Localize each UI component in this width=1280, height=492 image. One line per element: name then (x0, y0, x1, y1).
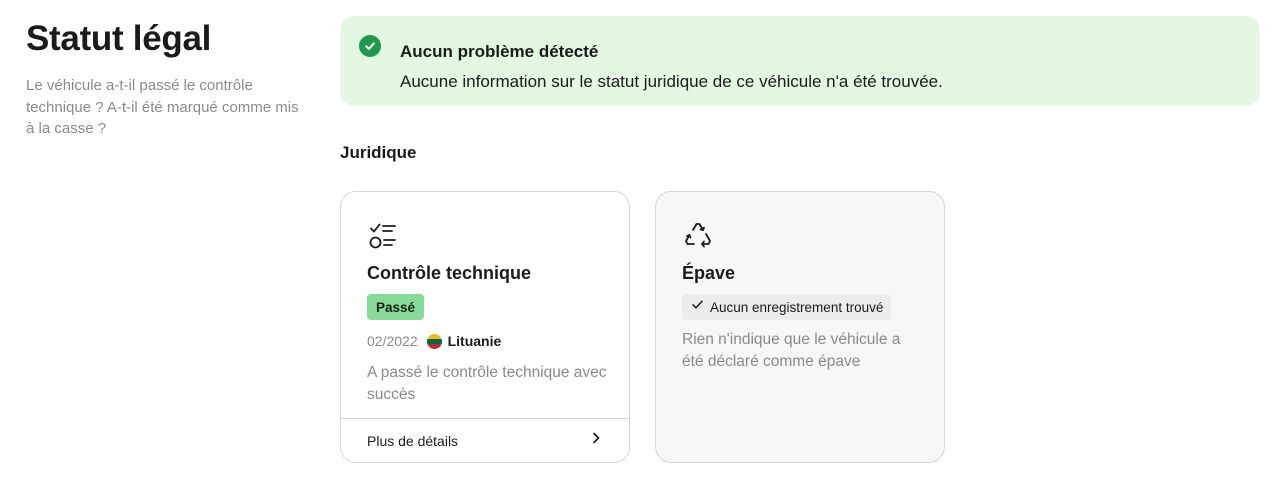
wreck-card: Épave Aucun enregistrement trouvé Rien n… (655, 191, 945, 463)
inspection-date: 02/2022 (367, 333, 418, 349)
status-badge: Passé (367, 294, 425, 320)
inspection-card: Contrôle technique Passé 02/2022 Lituani… (340, 191, 630, 463)
check-icon (691, 298, 704, 316)
recycle-icon (682, 220, 714, 252)
page-description: Le véhicule a-t-il passé le contrôle tec… (26, 77, 299, 137)
inspection-country: Lituanie (447, 333, 502, 349)
alert-title: Aucun problème détecté (400, 42, 599, 61)
section-title: Juridique (340, 143, 417, 162)
inspection-title: Contrôle technique (367, 263, 532, 283)
status-alert: Aucun problème détecté Aucune informatio… (340, 16, 1260, 106)
inspection-meta: 02/2022 Lituanie (367, 332, 501, 350)
header: Statut légal Le véhicule a-t-il passé le… (26, 18, 306, 140)
more-details-link[interactable]: Plus de détails (341, 418, 629, 462)
legal-status-page: Statut légal Le véhicule a-t-il passé le… (0, 0, 1280, 492)
page-title: Statut légal (26, 19, 212, 58)
wreck-title: Épave (682, 263, 736, 283)
inspection-description: A passé le contrôle technique avec succè… (367, 364, 607, 403)
check-circle-icon (359, 35, 381, 57)
no-record-badge: Aucun enregistrement trouvé (682, 294, 892, 320)
checklist-icon (367, 220, 399, 252)
no-record-label: Aucun enregistrement trouvé (710, 299, 884, 315)
wreck-description: Rien n'indique que le véhicule a été déc… (682, 331, 901, 370)
more-details-label: Plus de détails (367, 432, 459, 449)
chevron-right-icon (589, 431, 603, 450)
alert-text: Aucune information sur le statut juridiq… (400, 72, 943, 91)
lithuania-flag-icon (426, 333, 442, 349)
